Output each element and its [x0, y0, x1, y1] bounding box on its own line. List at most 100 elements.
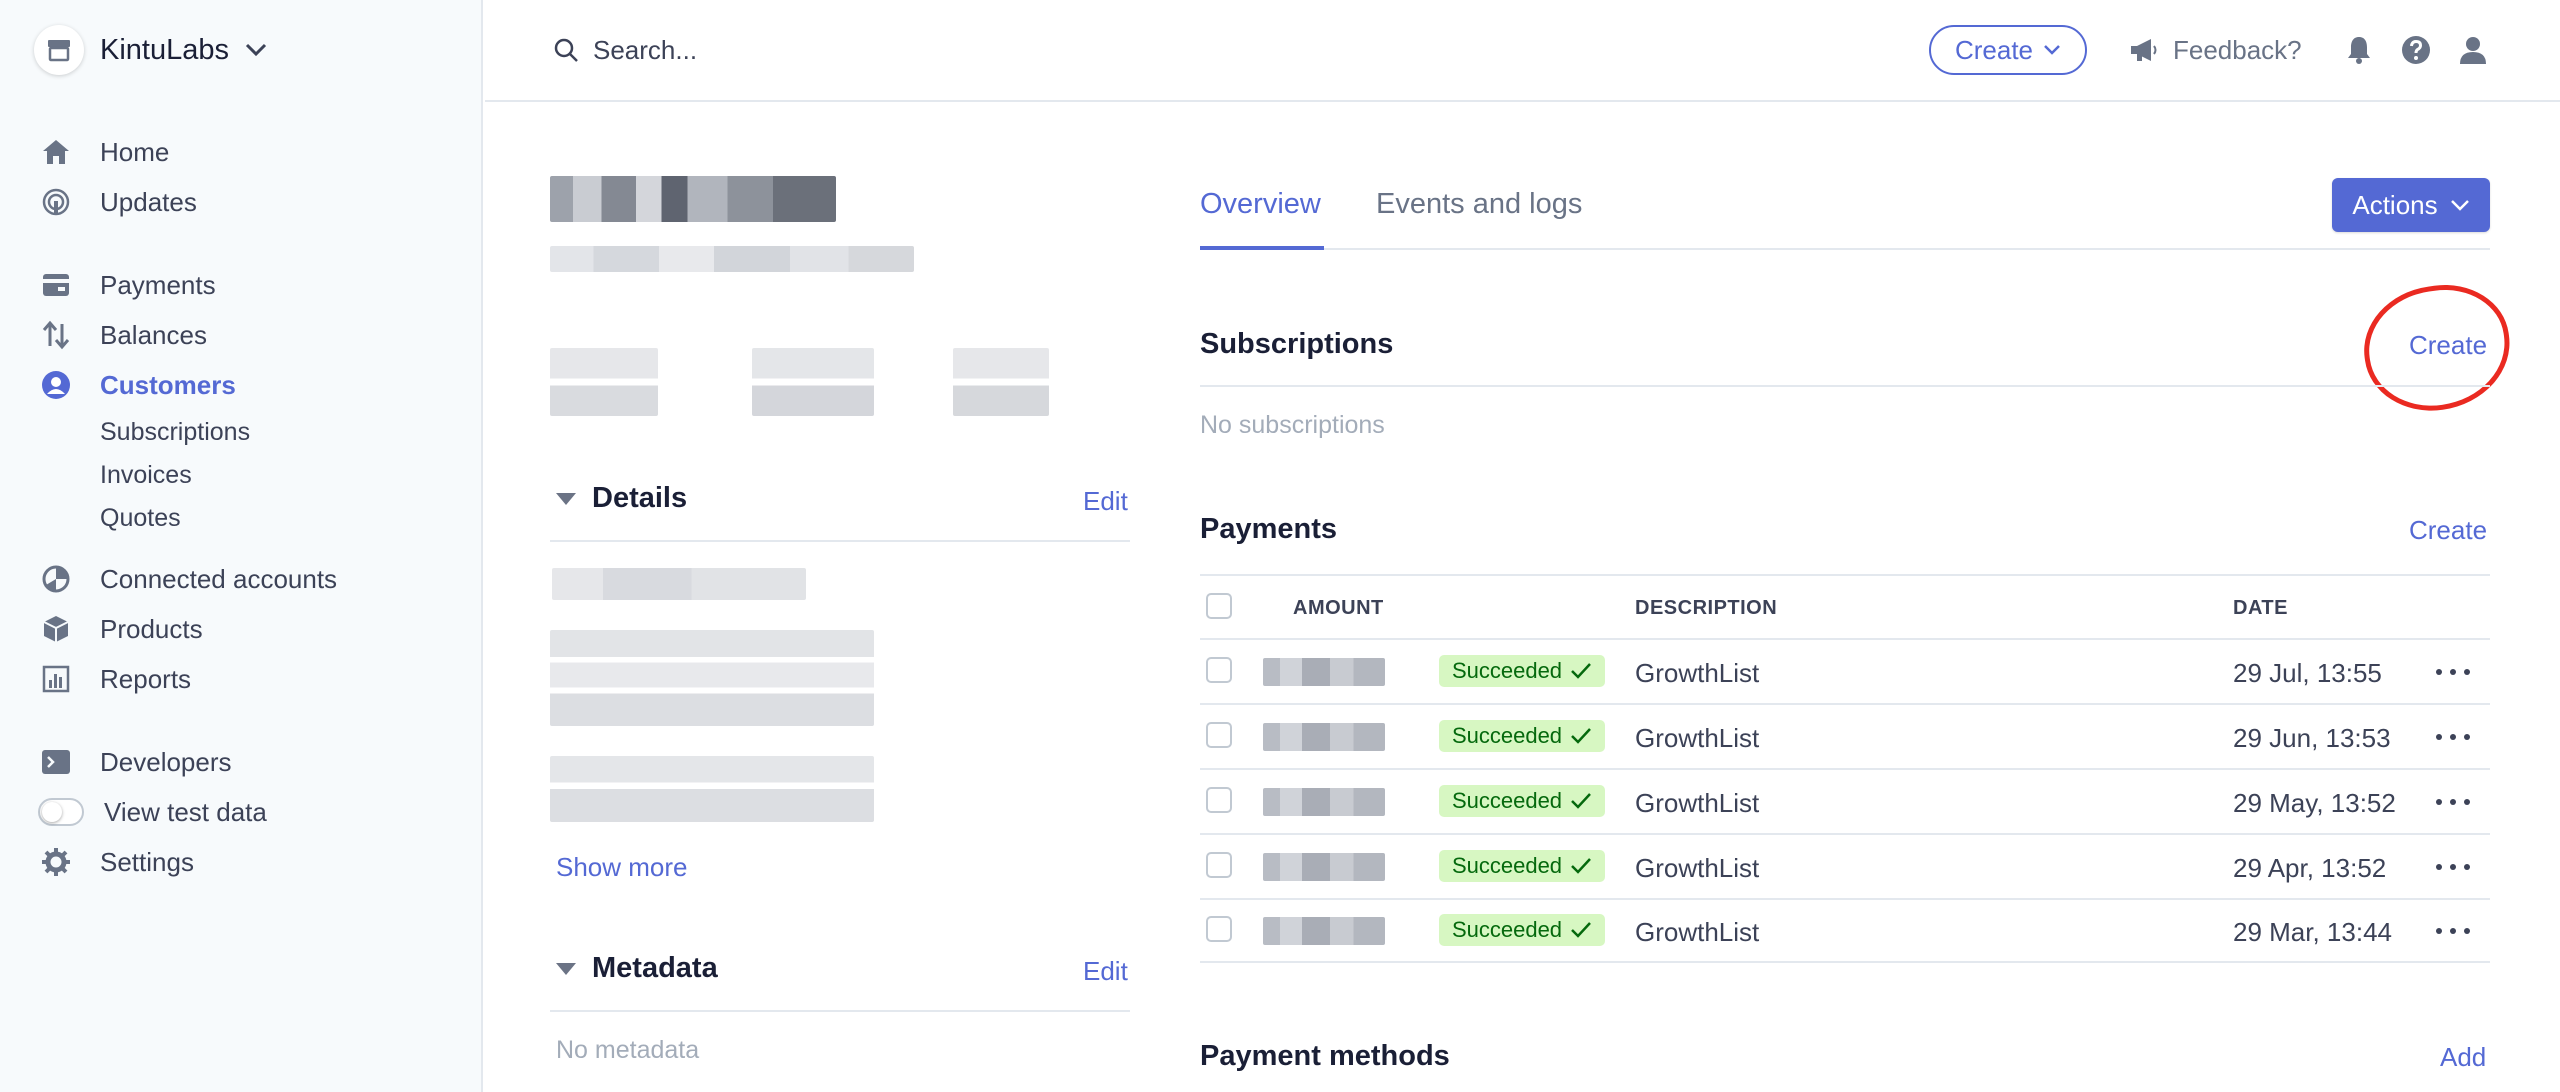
status-badge: Succeeded	[1439, 720, 1605, 752]
divider	[550, 540, 1130, 542]
divider	[1200, 638, 2490, 640]
row-checkbox[interactable]	[1206, 787, 1232, 813]
payment-methods-title: Payment methods	[1200, 1040, 1450, 1072]
divider	[1200, 385, 2490, 387]
more-options-icon[interactable]	[2436, 792, 2470, 812]
redacted-stat-2	[752, 348, 874, 416]
balances-icon	[40, 319, 72, 351]
payments-create-link[interactable]: Create	[2409, 515, 2487, 546]
search-bar[interactable]	[553, 28, 1153, 72]
create-button[interactable]: Create	[1929, 25, 2087, 75]
select-all-checkbox[interactable]	[1206, 593, 1232, 619]
bell-icon[interactable]	[2341, 32, 2377, 68]
payment-date: 29 Apr, 13:52	[2233, 853, 2387, 883]
sidebar-item-label: Connected accounts	[100, 563, 338, 594]
sidebar-item-label: Updates	[100, 186, 197, 217]
row-checkbox[interactable]	[1206, 722, 1232, 748]
redacted-detail-id	[552, 568, 806, 600]
feedback-button[interactable]: Feedback?	[2129, 28, 2302, 72]
payment-date: 29 Jun, 13:53	[2233, 723, 2391, 753]
products-icon	[40, 613, 72, 645]
check-icon	[1571, 793, 1591, 809]
more-options-icon[interactable]	[2436, 727, 2470, 747]
divider	[1200, 768, 2490, 770]
sidebar-item-label: Customers	[100, 369, 236, 400]
help-icon[interactable]	[2398, 32, 2434, 68]
row-checkbox[interactable]	[1206, 852, 1232, 878]
sidebar-subitem-subscriptions[interactable]: Subscriptions	[100, 412, 250, 452]
sidebar-item-customers[interactable]: Customers	[40, 363, 236, 407]
sidebar-item-updates[interactable]: Updates	[40, 180, 197, 224]
row-checkbox[interactable]	[1206, 916, 1232, 942]
payment-methods-add-link[interactable]: Add	[2440, 1042, 2486, 1073]
more-options-icon[interactable]	[2436, 662, 2470, 682]
payment-date: 29 Jul, 13:55	[2233, 658, 2382, 688]
divider	[1200, 574, 2490, 576]
chevron-down-icon	[245, 43, 267, 57]
sidebar-subitem-invoices[interactable]: Invoices	[100, 455, 192, 495]
actions-button[interactable]: Actions	[2332, 178, 2490, 232]
sidebar-item-balances[interactable]: Balances	[40, 313, 207, 357]
sidebar-item-payments[interactable]: Payments	[40, 263, 216, 307]
top-bar: Create Feedback?	[485, 0, 2560, 102]
tab-overview[interactable]: Overview	[1200, 188, 1321, 221]
divider	[1200, 961, 2490, 963]
details-section-header[interactable]: Details	[556, 482, 687, 515]
status-badge: Succeeded	[1439, 850, 1605, 882]
connected-accounts-icon	[40, 563, 72, 595]
divider	[1200, 898, 2490, 900]
redacted-detail-block-2	[550, 756, 874, 822]
column-header-amount: AMOUNT	[1293, 597, 1384, 619]
sidebar-item-connected-accounts[interactable]: Connected accounts	[40, 557, 337, 601]
sidebar-subitem-quotes[interactable]: Quotes	[100, 498, 181, 538]
redacted-detail-block-1	[550, 630, 874, 726]
payment-date: 29 Mar, 13:44	[2233, 917, 2392, 947]
details-edit-link[interactable]: Edit	[1083, 486, 1128, 517]
sidebar-item-label: View test data	[104, 796, 267, 827]
redacted-stat-1	[550, 348, 658, 416]
status-badge: Succeeded	[1439, 655, 1605, 687]
account-name: KintuLabs	[100, 33, 229, 66]
metadata-section-header[interactable]: Metadata	[556, 952, 718, 985]
payment-description: GrowthList	[1635, 853, 1760, 883]
metadata-empty-text: No metadata	[556, 1036, 700, 1064]
details-title: Details	[592, 482, 688, 514]
account-switcher[interactable]: KintuLabs	[34, 24, 267, 76]
gear-icon	[40, 846, 72, 878]
sidebar-item-home[interactable]: Home	[40, 130, 169, 174]
tab-events-and-logs[interactable]: Events and logs	[1376, 188, 1582, 221]
sidebar-item-view-test-data[interactable]: View test data	[38, 790, 267, 834]
megaphone-icon	[2131, 39, 2157, 61]
developers-icon	[40, 746, 72, 778]
show-more-link[interactable]: Show more	[556, 852, 688, 883]
divider	[550, 1010, 1130, 1012]
tabs-divider	[1200, 248, 2490, 250]
payments-icon	[40, 269, 72, 301]
more-options-icon[interactable]	[2436, 921, 2470, 941]
sidebar-item-label: Home	[100, 136, 170, 167]
status-label: Succeeded	[1451, 853, 1563, 878]
redacted-customer-name	[550, 176, 836, 222]
check-icon	[1571, 922, 1591, 938]
sidebar: KintuLabs Home Updates Payments Balances…	[0, 0, 483, 1092]
redacted-amount	[1263, 917, 1385, 945]
payment-description: GrowthList	[1635, 788, 1760, 818]
reports-icon	[40, 663, 72, 695]
payment-description: GrowthList	[1635, 658, 1760, 688]
sidebar-item-products[interactable]: Products	[40, 607, 203, 651]
collapse-triangle-icon	[556, 492, 576, 505]
search-input[interactable]	[593, 34, 1093, 66]
test-data-toggle[interactable]	[38, 798, 84, 826]
row-checkbox[interactable]	[1206, 657, 1232, 683]
sidebar-item-settings[interactable]: Settings	[40, 840, 194, 884]
more-options-icon[interactable]	[2436, 857, 2470, 877]
metadata-title: Metadata	[592, 952, 718, 984]
metadata-edit-link[interactable]: Edit	[1083, 956, 1128, 987]
subscriptions-empty-text: No subscriptions	[1200, 411, 1385, 439]
sidebar-item-developers[interactable]: Developers	[40, 740, 232, 784]
create-button-label: Create	[1954, 34, 2034, 65]
user-profile-icon[interactable]	[2455, 32, 2491, 68]
divider	[1200, 703, 2490, 705]
sidebar-item-reports[interactable]: Reports	[40, 657, 191, 701]
status-badge: Succeeded	[1439, 914, 1605, 946]
